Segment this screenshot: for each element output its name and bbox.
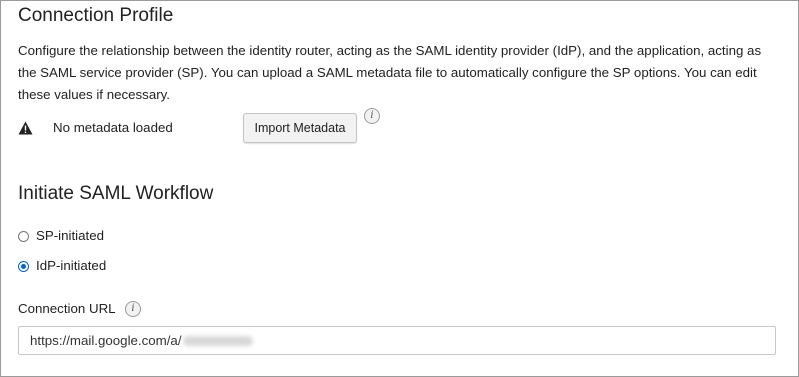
idp-initiated-label[interactable]: IdP-initiated (36, 258, 106, 273)
metadata-status: No metadata loaded (53, 120, 173, 135)
initiate-workflow-title: Initiate SAML Workflow (18, 183, 214, 204)
redacted-domain (182, 336, 253, 347)
idp-initiated-option[interactable]: IdP-initiated (18, 257, 218, 277)
sp-initiated-label[interactable]: SP-initiated (36, 228, 104, 243)
connection-profile-description: Configure the relationship between the i… (18, 43, 762, 102)
import-metadata-button[interactable]: Import Metadata (243, 113, 357, 143)
idp-initiated-radio[interactable] (18, 261, 29, 272)
connection-profile-title: Connection Profile (18, 5, 174, 26)
metadata-row: No metadata loaded Import Metadata (18, 113, 418, 145)
info-icon[interactable]: i (125, 301, 141, 317)
connection-url-label: Connection URL (18, 301, 116, 316)
sp-initiated-option[interactable]: SP-initiated (18, 227, 218, 247)
connection-url-text: https://mail.google.com/a/ (30, 333, 182, 348)
connection-url-value: https://mail.google.com/a/ (30, 333, 253, 348)
saml-settings-panel: Connection Profile Configure the relatio… (0, 0, 799, 377)
connection-url-input[interactable]: https://mail.google.com/a/ (18, 326, 776, 355)
warning-icon (18, 121, 33, 135)
sp-initiated-radio[interactable] (18, 231, 29, 242)
info-icon[interactable]: i (364, 108, 380, 124)
